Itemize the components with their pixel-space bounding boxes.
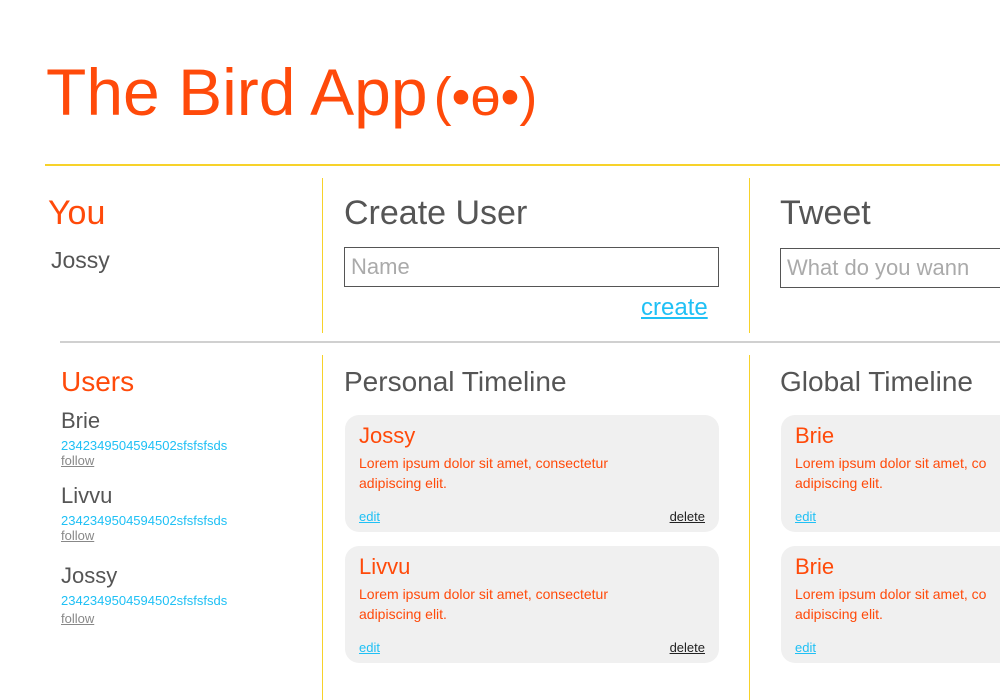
user-name[interactable]: Brie bbox=[61, 408, 227, 434]
user-id: 2342349504594502sfsfsfsds bbox=[61, 438, 228, 453]
user-name[interactable]: Livvu bbox=[61, 483, 227, 509]
tweet-text: Lorem ipsum dolor sit amet, co bbox=[795, 586, 987, 602]
column-divider bbox=[749, 178, 750, 333]
user-id: 2342349504594502sfsfsfsds bbox=[61, 513, 228, 528]
delete-button[interactable]: delete bbox=[670, 640, 705, 655]
name-input[interactable]: Name bbox=[344, 247, 719, 287]
user-list-item: Livvu 2342349504594502sfsfsfsds follow bbox=[61, 483, 227, 563]
tweet-text: Lorem ipsum dolor sit amet, consectetur … bbox=[359, 586, 608, 622]
user-name[interactable]: Jossy bbox=[61, 563, 227, 589]
header-divider bbox=[45, 164, 1000, 166]
tweet-author: Brie bbox=[795, 554, 835, 579]
personal-timeline-heading: Personal Timeline bbox=[344, 366, 567, 397]
edit-button[interactable]: edit bbox=[795, 640, 816, 655]
tweet-card: Jossy Lorem ipsum dolor sit amet, consec… bbox=[345, 415, 719, 532]
tweet-card: Brie Lorem ipsum dolor sit amet, co adip… bbox=[781, 415, 1000, 532]
you-heading: You bbox=[48, 194, 106, 232]
app-title: The Bird App (•ө•) bbox=[46, 52, 537, 137]
tweet-text: adipiscing elit. bbox=[795, 475, 883, 491]
edit-button[interactable]: edit bbox=[795, 509, 816, 524]
tweet-text: Lorem ipsum dolor sit amet, consectetur … bbox=[359, 455, 608, 491]
user-list-item: Jossy 2342349504594502sfsfsfsds follow bbox=[61, 563, 227, 626]
section-divider bbox=[60, 341, 1000, 343]
tweet-author: Brie bbox=[795, 423, 835, 448]
current-user-name: Jossy bbox=[51, 247, 110, 273]
follow-button[interactable]: follow bbox=[61, 528, 227, 543]
delete-button[interactable]: delete bbox=[670, 509, 705, 524]
bird-face-logo: (•ө•) bbox=[433, 67, 538, 127]
global-timeline-heading: Global Timeline bbox=[780, 366, 973, 397]
follow-button[interactable]: follow bbox=[61, 453, 227, 468]
tweet-text: adipiscing elit. bbox=[795, 606, 883, 622]
user-list: Brie 2342349504594502sfsfsfsds follow Li… bbox=[61, 408, 227, 626]
tweet-author: Livvu bbox=[359, 554, 411, 579]
column-divider bbox=[322, 178, 323, 333]
tweet-author: Jossy bbox=[359, 423, 416, 448]
users-heading: Users bbox=[61, 366, 135, 397]
follow-button[interactable]: follow bbox=[61, 611, 227, 626]
user-list-item: Brie 2342349504594502sfsfsfsds follow bbox=[61, 408, 227, 483]
tweet-heading: Tweet bbox=[780, 194, 871, 232]
edit-button[interactable]: edit bbox=[359, 509, 380, 524]
tweet-card: Livvu Lorem ipsum dolor sit amet, consec… bbox=[345, 546, 719, 663]
user-id: 2342349504594502sfsfsfsds bbox=[61, 593, 228, 608]
app-title-text: The Bird App bbox=[46, 55, 428, 129]
tweet-text: Lorem ipsum dolor sit amet, co bbox=[795, 455, 987, 471]
create-button[interactable]: create bbox=[641, 294, 708, 322]
tweet-card: Brie Lorem ipsum dolor sit amet, co adip… bbox=[781, 546, 1000, 663]
column-divider bbox=[322, 355, 323, 700]
create-user-heading: Create User bbox=[344, 194, 528, 232]
column-divider bbox=[749, 355, 750, 700]
tweet-input[interactable]: What do you wann bbox=[780, 248, 1000, 288]
edit-button[interactable]: edit bbox=[359, 640, 380, 655]
